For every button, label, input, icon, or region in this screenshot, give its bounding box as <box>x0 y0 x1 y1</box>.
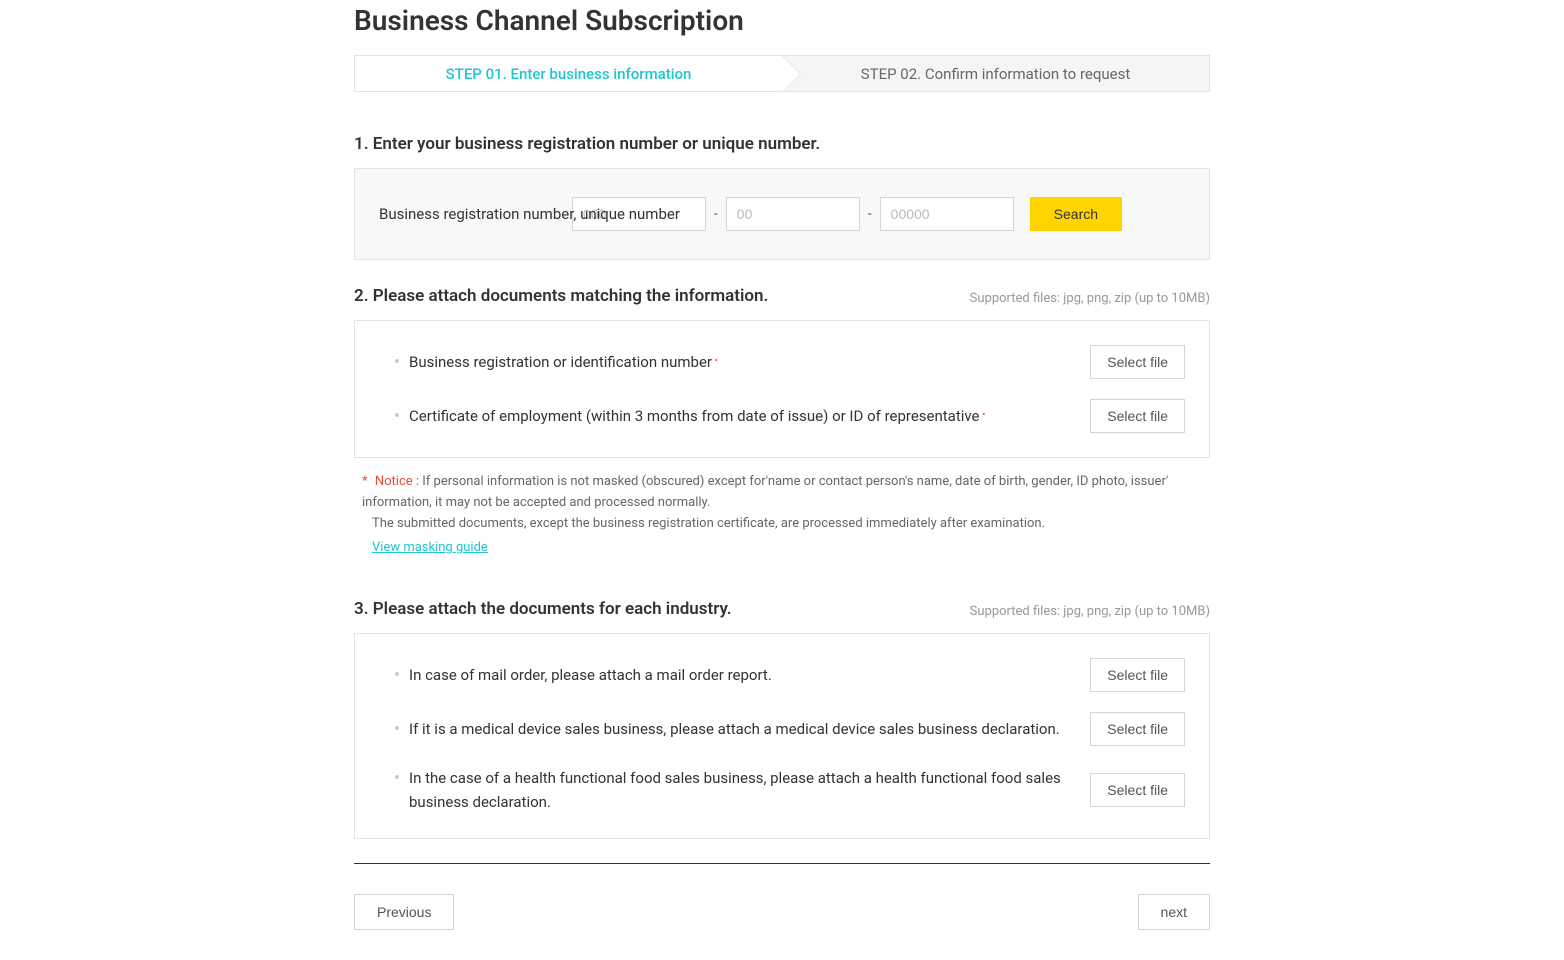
select-file-button[interactable]: Select file <box>1090 773 1185 807</box>
document-row: Business registration or identification … <box>379 335 1185 389</box>
document-label: Business registration or identification … <box>409 350 719 374</box>
notice-text-2: The submitted documents, except the busi… <box>362 514 1206 535</box>
bullet-icon <box>395 413 399 417</box>
section-1-title: 1. Enter your business registration numb… <box>354 134 820 154</box>
divider <box>354 863 1210 864</box>
select-file-button[interactable]: Select file <box>1090 712 1185 746</box>
dash-separator: - <box>866 206 874 222</box>
business-number-input-3[interactable] <box>880 197 1014 231</box>
document-row: In the case of a health functional food … <box>379 756 1185 824</box>
bullet-icon <box>395 672 399 676</box>
step-2: STEP 02. Confirm information to request <box>782 56 1209 91</box>
notice-block: * Notice : If personal information is no… <box>354 472 1210 559</box>
notice-text-1: : If personal information is not masked … <box>362 474 1168 510</box>
bullet-icon <box>395 775 399 779</box>
document-label: If it is a medical device sales business… <box>409 717 1060 741</box>
business-number-box: Business registration number, unique num… <box>354 168 1210 260</box>
document-label: In case of mail order, please attach a m… <box>409 663 772 687</box>
search-button[interactable]: Search <box>1030 197 1122 231</box>
document-row: In case of mail order, please attach a m… <box>379 648 1185 702</box>
document-row: If it is a medical device sales business… <box>379 702 1185 756</box>
document-label: In the case of a health functional food … <box>409 766 1070 814</box>
step-1: STEP 01. Enter business information <box>355 56 782 91</box>
section-2-hint: Supported files: jpg, png, zip (up to 10… <box>970 291 1210 306</box>
business-number-input-2[interactable] <box>726 197 860 231</box>
notice-star: * <box>362 474 368 489</box>
section-2-title: 2. Please attach documents matching the … <box>354 286 768 306</box>
dash-separator: - <box>712 206 720 222</box>
required-mark: . <box>714 345 719 366</box>
step-indicator: STEP 01. Enter business information STEP… <box>354 55 1210 92</box>
document-label: Certificate of employment (within 3 mont… <box>409 404 986 428</box>
documents-box: Business registration or identification … <box>354 320 1210 458</box>
bullet-icon <box>395 359 399 363</box>
business-number-label: Business registration number, unique num… <box>379 205 680 223</box>
notice-label: Notice <box>375 474 413 489</box>
section-3-hint: Supported files: jpg, png, zip (up to 10… <box>970 604 1210 619</box>
bullet-icon <box>395 726 399 730</box>
document-row: Certificate of employment (within 3 mont… <box>379 389 1185 443</box>
select-file-button[interactable]: Select file <box>1090 658 1185 692</box>
required-mark: . <box>982 399 987 420</box>
industry-documents-box: In case of mail order, please attach a m… <box>354 633 1210 839</box>
select-file-button[interactable]: Select file <box>1090 345 1185 379</box>
select-file-button[interactable]: Select file <box>1090 399 1185 433</box>
masking-guide-link[interactable]: View masking guide <box>372 540 488 555</box>
section-3-title: 3. Please attach the documents for each … <box>354 599 732 619</box>
page-title: Business Channel Subscription <box>354 4 1210 37</box>
